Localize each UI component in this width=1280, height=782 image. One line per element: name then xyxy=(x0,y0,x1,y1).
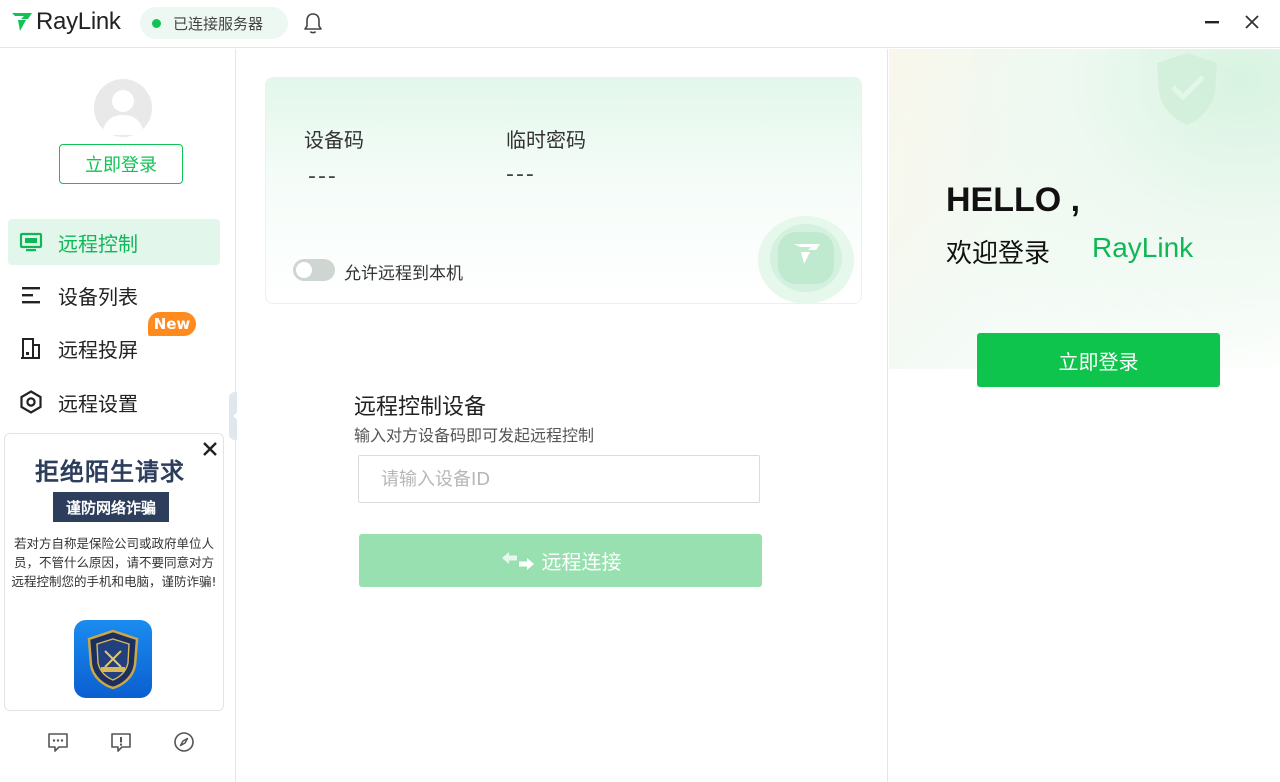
remote-connect-button[interactable]: 远程连接 xyxy=(359,534,762,587)
minimize-icon[interactable] xyxy=(1202,12,1222,32)
list-icon xyxy=(18,282,44,308)
remote-connect-label: 远程连接 xyxy=(541,550,622,574)
notification-bell-icon[interactable] xyxy=(302,11,324,35)
sidebar-item-label: 远程设置 xyxy=(58,391,138,416)
device-code-value[interactable]: --- xyxy=(308,164,338,189)
remote-control-subtitle: 输入对方设备码即可发起远程控制 xyxy=(354,426,595,445)
welcome-brand: RayLink xyxy=(1092,232,1194,263)
allow-remote-label: 允许远程到本机 xyxy=(344,264,463,284)
main-login-button[interactable]: 立即登录 xyxy=(977,333,1220,387)
banner-subtitle: 谨防网络诈骗 xyxy=(53,492,169,522)
shield-check-icon xyxy=(1157,53,1217,125)
feedback-icon[interactable] xyxy=(109,730,133,754)
device-code-label: 设备码 xyxy=(304,128,364,152)
sidebar-login-button[interactable]: 立即登录 xyxy=(59,144,183,184)
avatar[interactable] xyxy=(94,79,152,137)
chat-icon[interactable] xyxy=(46,730,70,754)
police-badge-icon xyxy=(74,620,152,698)
banner-text: 若对方自称是保险公司或政府单位人员，不管什么原因，请不要同意对方远程控制您的手机… xyxy=(11,536,217,589)
connect-arrows-icon xyxy=(501,551,534,570)
settings-hex-icon xyxy=(18,389,44,415)
sidebar-item-device-list[interactable]: 设备列表 xyxy=(8,272,220,318)
raylink-logo-icon xyxy=(12,13,32,31)
anti-fraud-banner[interactable]: 拒绝陌生请求 谨防网络诈骗 若对方自称是保险公司或政府单位人员，不管什么原因，请… xyxy=(4,433,224,711)
user-avatar-icon xyxy=(102,90,144,135)
cast-screen-icon xyxy=(18,335,44,361)
temp-password-label: 临时密码 xyxy=(506,128,586,152)
sidebar-item-label: 远程投屏 xyxy=(58,337,138,362)
sidebar-item-remote-settings[interactable]: 远程设置 xyxy=(8,379,220,425)
close-icon[interactable] xyxy=(1242,12,1262,32)
banner-title: 拒绝陌生请求 xyxy=(35,458,185,486)
sidebar-item-label: 远程控制 xyxy=(58,231,138,256)
server-status-badge: 已连接服务器 xyxy=(140,7,288,39)
toggle-knob xyxy=(296,262,312,278)
main-panel: 设备码 --- 临时密码 --- 允许远程到本机 远程控制设备 输入对方设备码即… xyxy=(237,49,888,782)
remote-control-title: 远程控制设备 xyxy=(354,395,487,420)
server-status-text: 已连接服务器 xyxy=(173,14,264,33)
sidebar: 立即登录 远程控制 设备列表 远程投屏 New 远程设置 拒绝陌生请求 谨防网络… xyxy=(0,49,243,782)
sidebar-item-remote-control[interactable]: 远程控制 xyxy=(8,219,220,265)
raylink-emblem-icon xyxy=(758,216,854,303)
device-info-card: 设备码 --- 临时密码 --- 允许远程到本机 xyxy=(265,77,862,304)
welcome-panel: HELLO , 欢迎登录 RayLink 立即登录 xyxy=(889,49,1280,782)
device-id-input[interactable] xyxy=(358,455,760,503)
sidebar-item-label: 设备列表 xyxy=(58,284,138,309)
monitor-icon xyxy=(18,229,44,255)
hello-heading: HELLO , xyxy=(946,181,1081,219)
title-bar: RayLink 已连接服务器 xyxy=(0,0,1280,48)
compass-icon[interactable] xyxy=(172,730,196,754)
app-brand: RayLink xyxy=(36,8,121,35)
allow-remote-toggle[interactable] xyxy=(293,259,335,281)
status-dot-icon xyxy=(152,18,161,28)
temp-password-value[interactable]: --- xyxy=(506,162,536,187)
new-badge: New xyxy=(148,312,196,336)
welcome-text: 欢迎登录 xyxy=(946,239,1051,269)
app-logo: RayLink xyxy=(10,8,121,36)
